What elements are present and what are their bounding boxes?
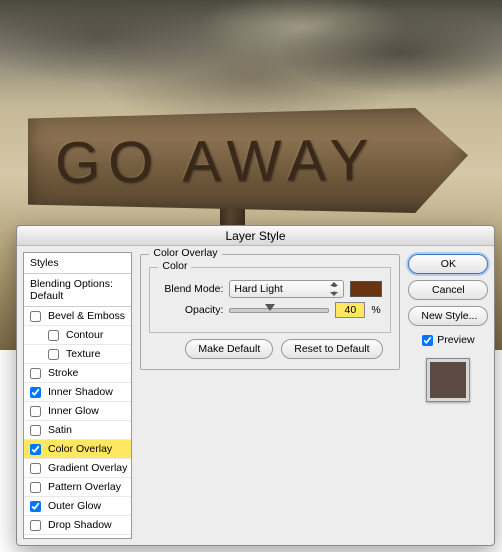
style-checkbox[interactable] — [30, 406, 41, 417]
color-overlay-group: Color Overlay Color Blend Mode: Hard Lig… — [140, 254, 400, 370]
style-checkbox[interactable] — [30, 501, 41, 512]
style-row-inner-glow[interactable]: Inner Glow — [24, 402, 131, 421]
ok-button[interactable]: OK — [408, 254, 488, 274]
style-checkbox[interactable] — [48, 349, 59, 360]
style-row-gradient-overlay[interactable]: Gradient Overlay — [24, 459, 131, 478]
cancel-button[interactable]: Cancel — [408, 280, 488, 300]
overlay-color-swatch[interactable] — [350, 281, 382, 297]
blend-mode-value: Hard Light — [234, 283, 282, 295]
blend-mode-label: Blend Mode: — [158, 283, 223, 295]
preview-checkbox[interactable] — [422, 335, 433, 346]
style-row-contour[interactable]: Contour — [24, 326, 131, 345]
color-subgroup-label: Color — [158, 260, 191, 272]
color-overlay-group-label: Color Overlay — [149, 247, 221, 259]
opacity-label: Opacity: — [158, 304, 223, 316]
style-checkbox[interactable] — [30, 444, 41, 455]
new-style-button[interactable]: New Style... — [408, 306, 488, 326]
style-label: Inner Glow — [48, 405, 99, 417]
preview-row: Preview — [408, 334, 488, 346]
style-checkbox[interactable] — [30, 482, 41, 493]
blend-mode-row: Blend Mode: Hard Light — [158, 280, 382, 298]
style-checkbox[interactable] — [30, 520, 41, 531]
style-checkbox[interactable] — [30, 425, 41, 436]
style-label: Texture — [66, 348, 100, 360]
style-row-texture[interactable]: Texture — [24, 345, 131, 364]
sign-text: GO AWAY — [55, 127, 377, 197]
select-arrows-icon — [330, 282, 340, 296]
defaults-row: Make Default Reset to Default — [185, 339, 391, 359]
styles-header[interactable]: Styles — [24, 253, 131, 274]
reset-default-button[interactable]: Reset to Default — [281, 339, 382, 359]
style-label: Contour — [66, 329, 103, 341]
opacity-row: Opacity: 40 % — [158, 302, 382, 318]
opacity-input[interactable]: 40 — [335, 302, 365, 318]
style-checkbox[interactable] — [30, 368, 41, 379]
style-checkbox[interactable] — [48, 330, 59, 341]
style-row-color-overlay[interactable]: Color Overlay — [24, 440, 131, 459]
style-label: Gradient Overlay — [48, 462, 127, 474]
style-label: Color Overlay — [48, 443, 112, 455]
right-panel: OK Cancel New Style... Preview — [408, 252, 488, 539]
dialog-title: Layer Style — [17, 226, 494, 246]
styles-list: Bevel & Emboss Contour Texture Stroke Inner … — [24, 307, 131, 535]
center-panel: Color Overlay Color Blend Mode: Hard Lig… — [138, 252, 402, 539]
opacity-unit: % — [371, 304, 380, 316]
styles-panel: Styles Blending Options: Default Bevel &… — [23, 252, 132, 539]
style-row-outer-glow[interactable]: Outer Glow — [24, 497, 131, 516]
style-label: Inner Shadow — [48, 386, 113, 398]
style-row-stroke[interactable]: Stroke — [24, 364, 131, 383]
style-row-inner-shadow[interactable]: Inner Shadow — [24, 383, 131, 402]
layer-style-dialog: Layer Style Styles Blending Options: Def… — [16, 225, 495, 546]
style-label: Satin — [48, 424, 72, 436]
style-row-pattern-overlay[interactable]: Pattern Overlay — [24, 478, 131, 497]
dialog-body: Styles Blending Options: Default Bevel &… — [17, 246, 494, 545]
style-row-drop-shadow[interactable]: Drop Shadow — [24, 516, 131, 535]
style-label: Pattern Overlay — [48, 481, 121, 493]
style-row-bevel-emboss[interactable]: Bevel & Emboss — [24, 307, 131, 326]
blend-mode-select[interactable]: Hard Light — [229, 280, 344, 298]
style-checkbox[interactable] — [30, 387, 41, 398]
opacity-slider[interactable] — [229, 308, 329, 313]
preview-swatch — [426, 358, 470, 402]
make-default-button[interactable]: Make Default — [185, 339, 273, 359]
opacity-slider-thumb[interactable] — [265, 304, 275, 311]
color-subgroup: Color Blend Mode: Hard Light Opacity: — [149, 267, 391, 333]
style-label: Outer Glow — [48, 500, 101, 512]
style-label: Stroke — [48, 367, 78, 379]
style-label: Bevel & Emboss — [48, 310, 125, 322]
style-row-satin[interactable]: Satin — [24, 421, 131, 440]
preview-label: Preview — [437, 334, 474, 346]
style-checkbox[interactable] — [30, 463, 41, 474]
style-checkbox[interactable] — [30, 311, 41, 322]
style-label: Drop Shadow — [48, 519, 112, 531]
blending-options-row[interactable]: Blending Options: Default — [24, 274, 131, 307]
